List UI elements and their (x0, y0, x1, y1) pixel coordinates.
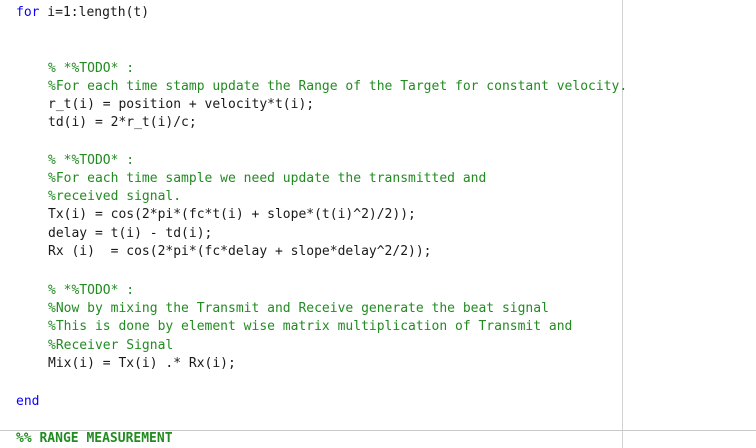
code-line-rx: Rx (i) = cos(2*pi*(fc*delay + slope*dela… (48, 244, 432, 259)
for-keyword: for (16, 5, 40, 20)
comment-receiver-signal: %Receiver Signal (48, 338, 174, 353)
end-keyword: end (16, 394, 40, 409)
todo-comment-3: % *%TODO* : (48, 283, 135, 298)
code-line-delay: delay = t(i) - td(i); (48, 226, 213, 241)
comment-sample-update: %For each time sample we need update the… (48, 171, 487, 186)
right-margin-line (622, 0, 623, 448)
comment-range-update: %For each time stamp update the Range of… (48, 79, 628, 94)
todo-comment-1: % *%TODO* : (48, 61, 135, 76)
for-loop-line: for i=1:length(t) (16, 4, 149, 23)
code-line-mix: Mix(i) = Tx(i) .* Rx(i); (48, 356, 236, 371)
section-header-range-measurement: %% RANGE MEASUREMENT (16, 431, 173, 446)
for-loop-expression: i=1:length(t) (39, 5, 150, 20)
comment-beat-signal: %Now by mixing the Transmit and Receive … (48, 301, 549, 316)
code-editor[interactable]: for i=1:length(t) % *%TODO* : %For each … (0, 0, 756, 448)
todo-comment-2: % *%TODO* : (48, 153, 135, 168)
code-line-delay-td: td(i) = 2*r_t(i)/c; (48, 115, 197, 130)
code-line-range: r_t(i) = position + velocity*t(i); (48, 97, 315, 112)
comment-received-signal: %received signal. (48, 189, 182, 204)
code-line-tx: Tx(i) = cos(2*pi*(fc*t(i) + slope*(t(i)^… (48, 207, 416, 222)
comment-element-wise: %This is done by element wise matrix mul… (48, 319, 573, 334)
